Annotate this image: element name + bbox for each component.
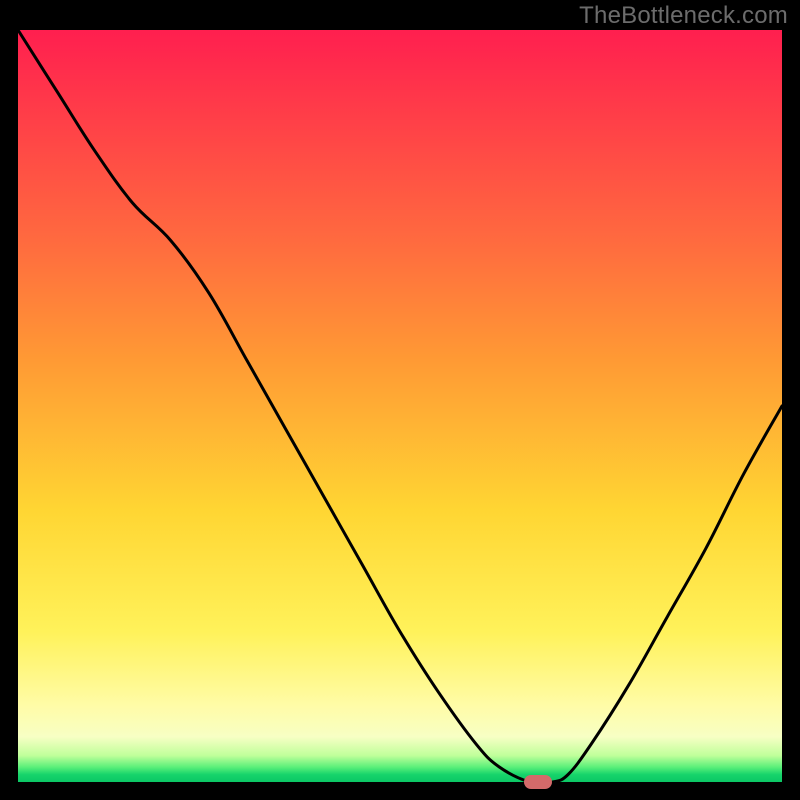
- bottleneck-curve-svg: [18, 30, 782, 782]
- plot-outer: [18, 30, 782, 782]
- optimal-point-marker: [524, 775, 552, 789]
- bottleneck-curve-path: [18, 30, 782, 782]
- chart-frame: TheBottleneck.com: [0, 0, 800, 800]
- watermark-text: TheBottleneck.com: [579, 2, 788, 30]
